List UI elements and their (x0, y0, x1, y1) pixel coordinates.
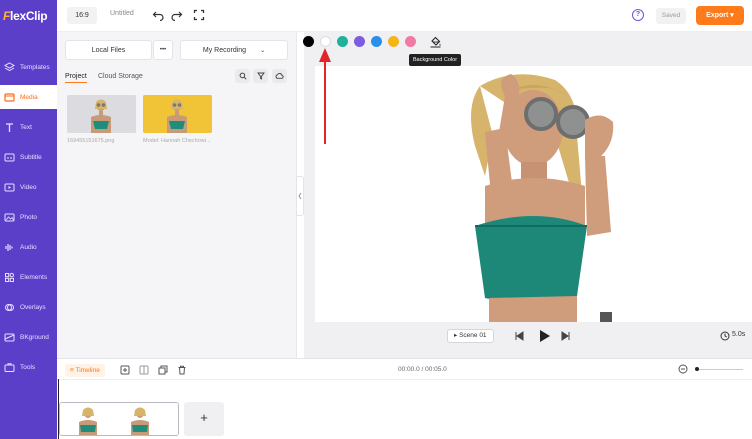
add-scene-icon[interactable] (120, 365, 130, 375)
add-clip-button[interactable]: + (184, 402, 224, 436)
aspect-ratio-button[interactable]: 16:9 (67, 7, 97, 24)
clock-icon (720, 331, 730, 341)
timeline-icon: ≡ (70, 367, 74, 374)
media-thumbnail[interactable] (67, 95, 136, 133)
redo-icon[interactable] (171, 9, 183, 21)
tab-project[interactable]: Project (65, 73, 87, 83)
nav-subtitle[interactable]: Subtitle (0, 145, 57, 169)
thumbnail-caption: 169455151675.png (67, 138, 115, 144)
nav-overlays[interactable]: Overlays (0, 295, 57, 319)
nav-tools[interactable]: Tools (0, 355, 57, 379)
saved-status: Saved (656, 8, 686, 24)
elements-icon (4, 272, 15, 283)
photo-icon (4, 212, 15, 223)
timeline-ruler (57, 379, 752, 380)
video-icon (4, 182, 15, 193)
nav-templates[interactable]: Templates (0, 55, 57, 79)
play-small-icon: ▸ (454, 332, 458, 339)
overlays-icon (4, 302, 15, 313)
zoom-out-icon[interactable] (678, 364, 688, 374)
help-icon[interactable]: ? (632, 9, 644, 21)
background-icon (4, 332, 15, 343)
color-swatch-purple[interactable] (354, 36, 365, 47)
color-swatch-black[interactable] (303, 36, 314, 47)
nav-audio[interactable]: Audio (0, 235, 57, 259)
nav-video[interactable]: Video (0, 175, 57, 199)
media-panel: Local Files ••• My Recording ⌄ Project C… (57, 32, 297, 358)
timeline-panel: ≡ Timeline 00:00.0 / 00:05.0 + (57, 358, 752, 439)
nav-bkground[interactable]: BKground (0, 325, 57, 349)
timeline-time: 00:00.0 / 00:05.0 (398, 366, 447, 373)
text-icon (4, 122, 15, 133)
nav-photo[interactable]: Photo (0, 205, 57, 229)
chevron-down-icon: ▾ (730, 12, 734, 19)
export-button[interactable]: Export ▾ (696, 6, 744, 25)
subtitle-icon (4, 152, 15, 163)
undo-icon[interactable] (152, 9, 164, 21)
search-icon[interactable] (235, 69, 250, 83)
local-files-button[interactable]: Local Files (65, 40, 152, 60)
nav-media[interactable]: Media (0, 85, 57, 109)
model-photo (471, 74, 614, 322)
my-recording-button[interactable]: My Recording ⌄ (180, 40, 288, 60)
paint-bucket-icon[interactable] (429, 35, 442, 48)
delete-icon[interactable] (177, 365, 187, 375)
cloud-icon[interactable] (272, 69, 287, 83)
templates-icon (4, 61, 15, 73)
background-color-tooltip: Background Color (409, 54, 462, 66)
previous-scene-icon[interactable] (514, 331, 524, 341)
chevron-left-icon (298, 192, 302, 200)
zoom-slider[interactable] (695, 369, 743, 370)
color-swatch-blue[interactable] (371, 36, 382, 47)
zoom-slider-handle[interactable] (695, 367, 699, 371)
scene-clip[interactable] (59, 402, 179, 436)
nav-text[interactable]: Text (0, 115, 57, 139)
color-swatch-yellow[interactable] (388, 36, 399, 47)
project-title[interactable]: Untitled (110, 10, 134, 17)
fullscreen-icon[interactable] (193, 9, 205, 21)
color-swatch-pink[interactable] (405, 36, 416, 47)
media-thumbnail[interactable] (143, 95, 212, 133)
duplicate-icon[interactable] (158, 365, 168, 375)
scene-duration[interactable]: 5.0s (732, 331, 745, 338)
tools-icon (4, 362, 15, 373)
nav-elements[interactable]: Elements (0, 265, 57, 289)
annotation-arrow (319, 48, 331, 144)
split-icon[interactable] (139, 365, 149, 375)
video-stage[interactable] (315, 66, 752, 322)
tab-cloud-storage[interactable]: Cloud Storage (98, 73, 143, 80)
audio-icon (4, 242, 15, 253)
play-icon[interactable] (538, 329, 551, 343)
color-swatch-teal[interactable] (337, 36, 348, 47)
thumbnail-caption: Model: Hannah Chechowi... (143, 138, 211, 144)
more-button[interactable]: ••• (153, 40, 173, 60)
app-logo[interactable]: FlexClip (3, 9, 48, 23)
collapse-panel-handle[interactable] (296, 176, 304, 216)
left-nav: FlexClip Templates Media Text Subtitle V… (0, 0, 57, 439)
scene-selector[interactable]: ▸ Scene 01 (447, 329, 494, 343)
media-icon (4, 92, 15, 103)
chevron-down-icon: ⌄ (260, 47, 266, 54)
filter-icon[interactable] (253, 69, 268, 83)
timeline-toggle[interactable]: ≡ Timeline (65, 364, 105, 377)
next-scene-icon[interactable] (561, 331, 571, 341)
top-bar: 16:9 Untitled ? Saved Export ▾ (57, 0, 752, 32)
